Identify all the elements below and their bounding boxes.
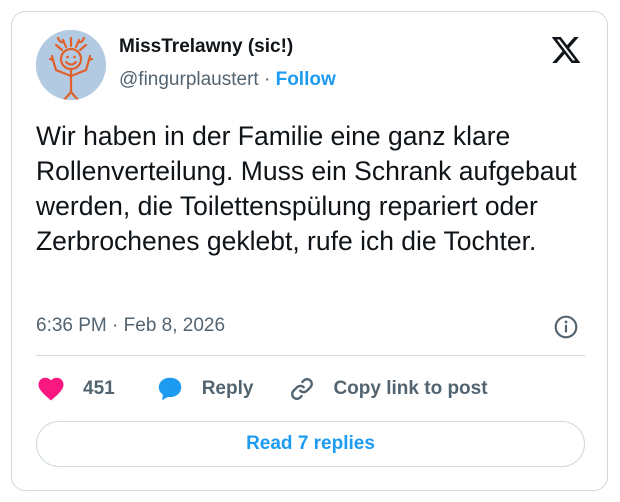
link-icon	[291, 378, 314, 400]
author-display-name[interactable]: MissTrelawny (sic!)	[119, 36, 293, 58]
speech-bubble-icon	[158, 377, 181, 401]
like-button[interactable]: 451	[36, 374, 115, 404]
author-handle[interactable]: @fingurplaustert	[119, 69, 259, 90]
tweet-timestamp[interactable]: 6:36 PM · Feb 8, 2026	[36, 315, 225, 337]
info-icon[interactable]	[553, 314, 579, 340]
author-handle-row: @fingurplaustert · Follow	[119, 69, 336, 91]
heart-icon	[38, 377, 64, 401]
x-logo-icon[interactable]	[550, 34, 582, 66]
tweet-text: Wir haben in der Familie eine ganz klare…	[36, 121, 577, 256]
copy-link-button[interactable]: Copy link to post	[288, 375, 488, 403]
read-replies-button[interactable]: Read 7 replies	[36, 421, 585, 467]
action-bar: 451 Reply Copy link to post	[36, 374, 488, 404]
handle-separator: ·	[263, 69, 271, 90]
tweet-card: MissTrelawny (sic!) @fingurplaustert · F…	[11, 11, 608, 491]
reply-label: Reply	[201, 378, 254, 399]
divider	[36, 355, 585, 356]
follow-button[interactable]: Follow	[276, 69, 336, 90]
like-count: 451	[83, 378, 115, 399]
reply-button[interactable]: Reply	[155, 374, 254, 404]
avatar-drawing-icon	[36, 30, 106, 100]
avatar[interactable]	[36, 30, 106, 100]
copy-link-label: Copy link to post	[333, 378, 488, 399]
